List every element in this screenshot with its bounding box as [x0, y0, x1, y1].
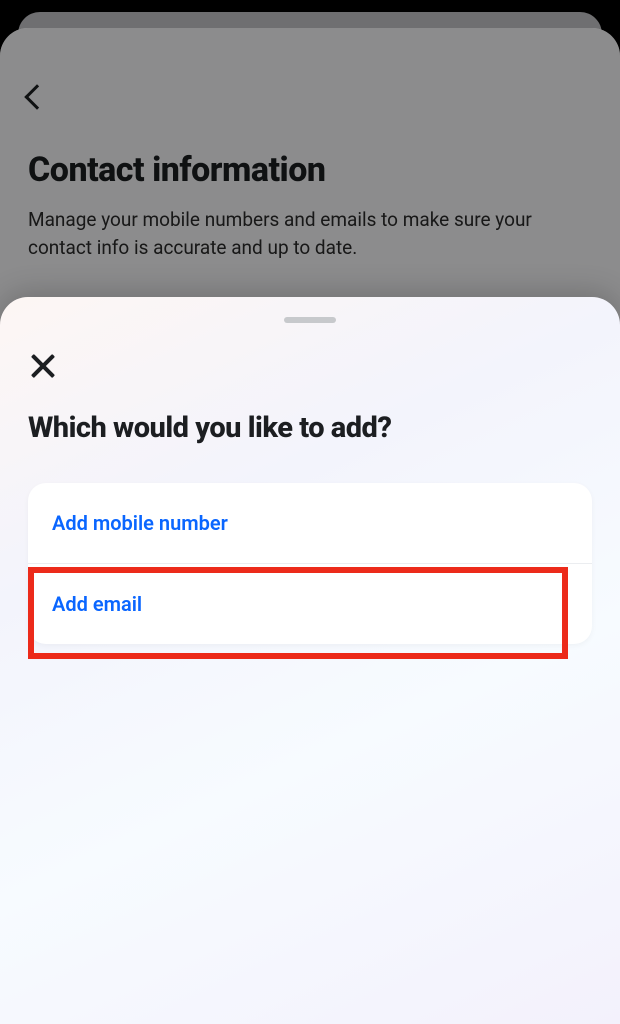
sheet-title: Which would you like to add? [28, 411, 592, 445]
add-email-option[interactable]: Add email [28, 564, 592, 644]
sheet-grabber[interactable] [284, 317, 336, 323]
add-contact-sheet: Which would you like to add? Add mobile … [0, 297, 620, 1024]
close-icon[interactable] [28, 351, 58, 381]
add-mobile-option[interactable]: Add mobile number [28, 483, 592, 563]
option-list: Add mobile number Add email [28, 483, 592, 644]
